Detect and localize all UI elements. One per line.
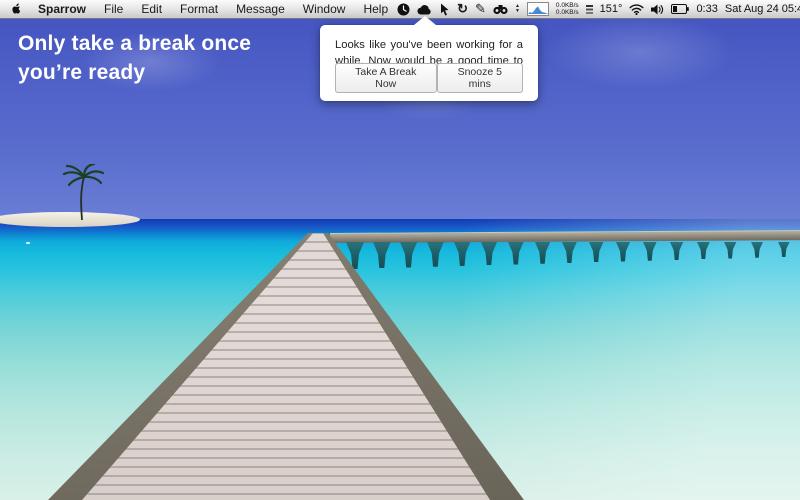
menu-message[interactable]: Message [227,0,294,18]
battery-icon[interactable] [671,0,689,18]
snooze-button[interactable]: Snooze 5 mins [437,63,523,93]
menu-file[interactable]: File [95,0,132,18]
wifi-icon[interactable] [629,0,644,18]
menu-bar-status: ↻ ✎ ▲▼ 0.0KB/s 0.0KB/s [397,0,800,18]
pen-icon[interactable]: ✎ [475,0,486,18]
temperature-icon [586,0,593,18]
apple-logo-icon [10,2,23,16]
wallpaper-headline: Only take a break once you’re ready [18,30,251,88]
apple-menu[interactable] [10,2,29,16]
temperature-value[interactable]: 151° [600,3,623,15]
menu-bar: Sparrow File Edit Format Message Window … [0,0,800,19]
popup-buttons: Take A Break Now Snooze 5 mins [335,63,523,93]
menu-window[interactable]: Window [294,0,355,18]
break-timer-clock-icon[interactable] [397,0,410,18]
cursor-icon[interactable] [439,0,450,18]
menu-format[interactable]: Format [171,0,227,18]
menu-edit[interactable]: Edit [132,0,171,18]
break-reminder-popup: Looks like you've been working for a whi… [320,25,538,101]
menu-bar-clock[interactable]: Sat Aug 24 05:45 PM [725,3,800,15]
refresh-icon[interactable]: ↻ [457,0,468,18]
menu-help[interactable]: Help [354,0,397,18]
cpu-graph-icon[interactable] [527,2,549,16]
palm-tree [60,164,106,227]
net-up-value: 0.0KB/s [556,2,579,9]
distant-boat [26,242,30,244]
popup-callout-arrow [414,16,436,25]
battery-time[interactable]: 0:33 [696,3,717,15]
headline-line1: Only take a break once [18,30,251,59]
menu-sparrow[interactable]: Sparrow [29,0,95,18]
take-break-button[interactable]: Take A Break Now [335,63,437,93]
menu-bar-left: Sparrow File Edit Format Message Window … [0,0,397,18]
binoculars-icon[interactable] [493,0,508,18]
headline-line2: you’re ready [18,59,251,88]
network-speed-readout[interactable]: 0.0KB/s 0.0KB/s [556,2,579,16]
volume-icon[interactable] [651,0,664,18]
updown-arrows-icon: ▲▼ [515,4,520,14]
net-down-value: 0.0KB/s [556,9,579,16]
